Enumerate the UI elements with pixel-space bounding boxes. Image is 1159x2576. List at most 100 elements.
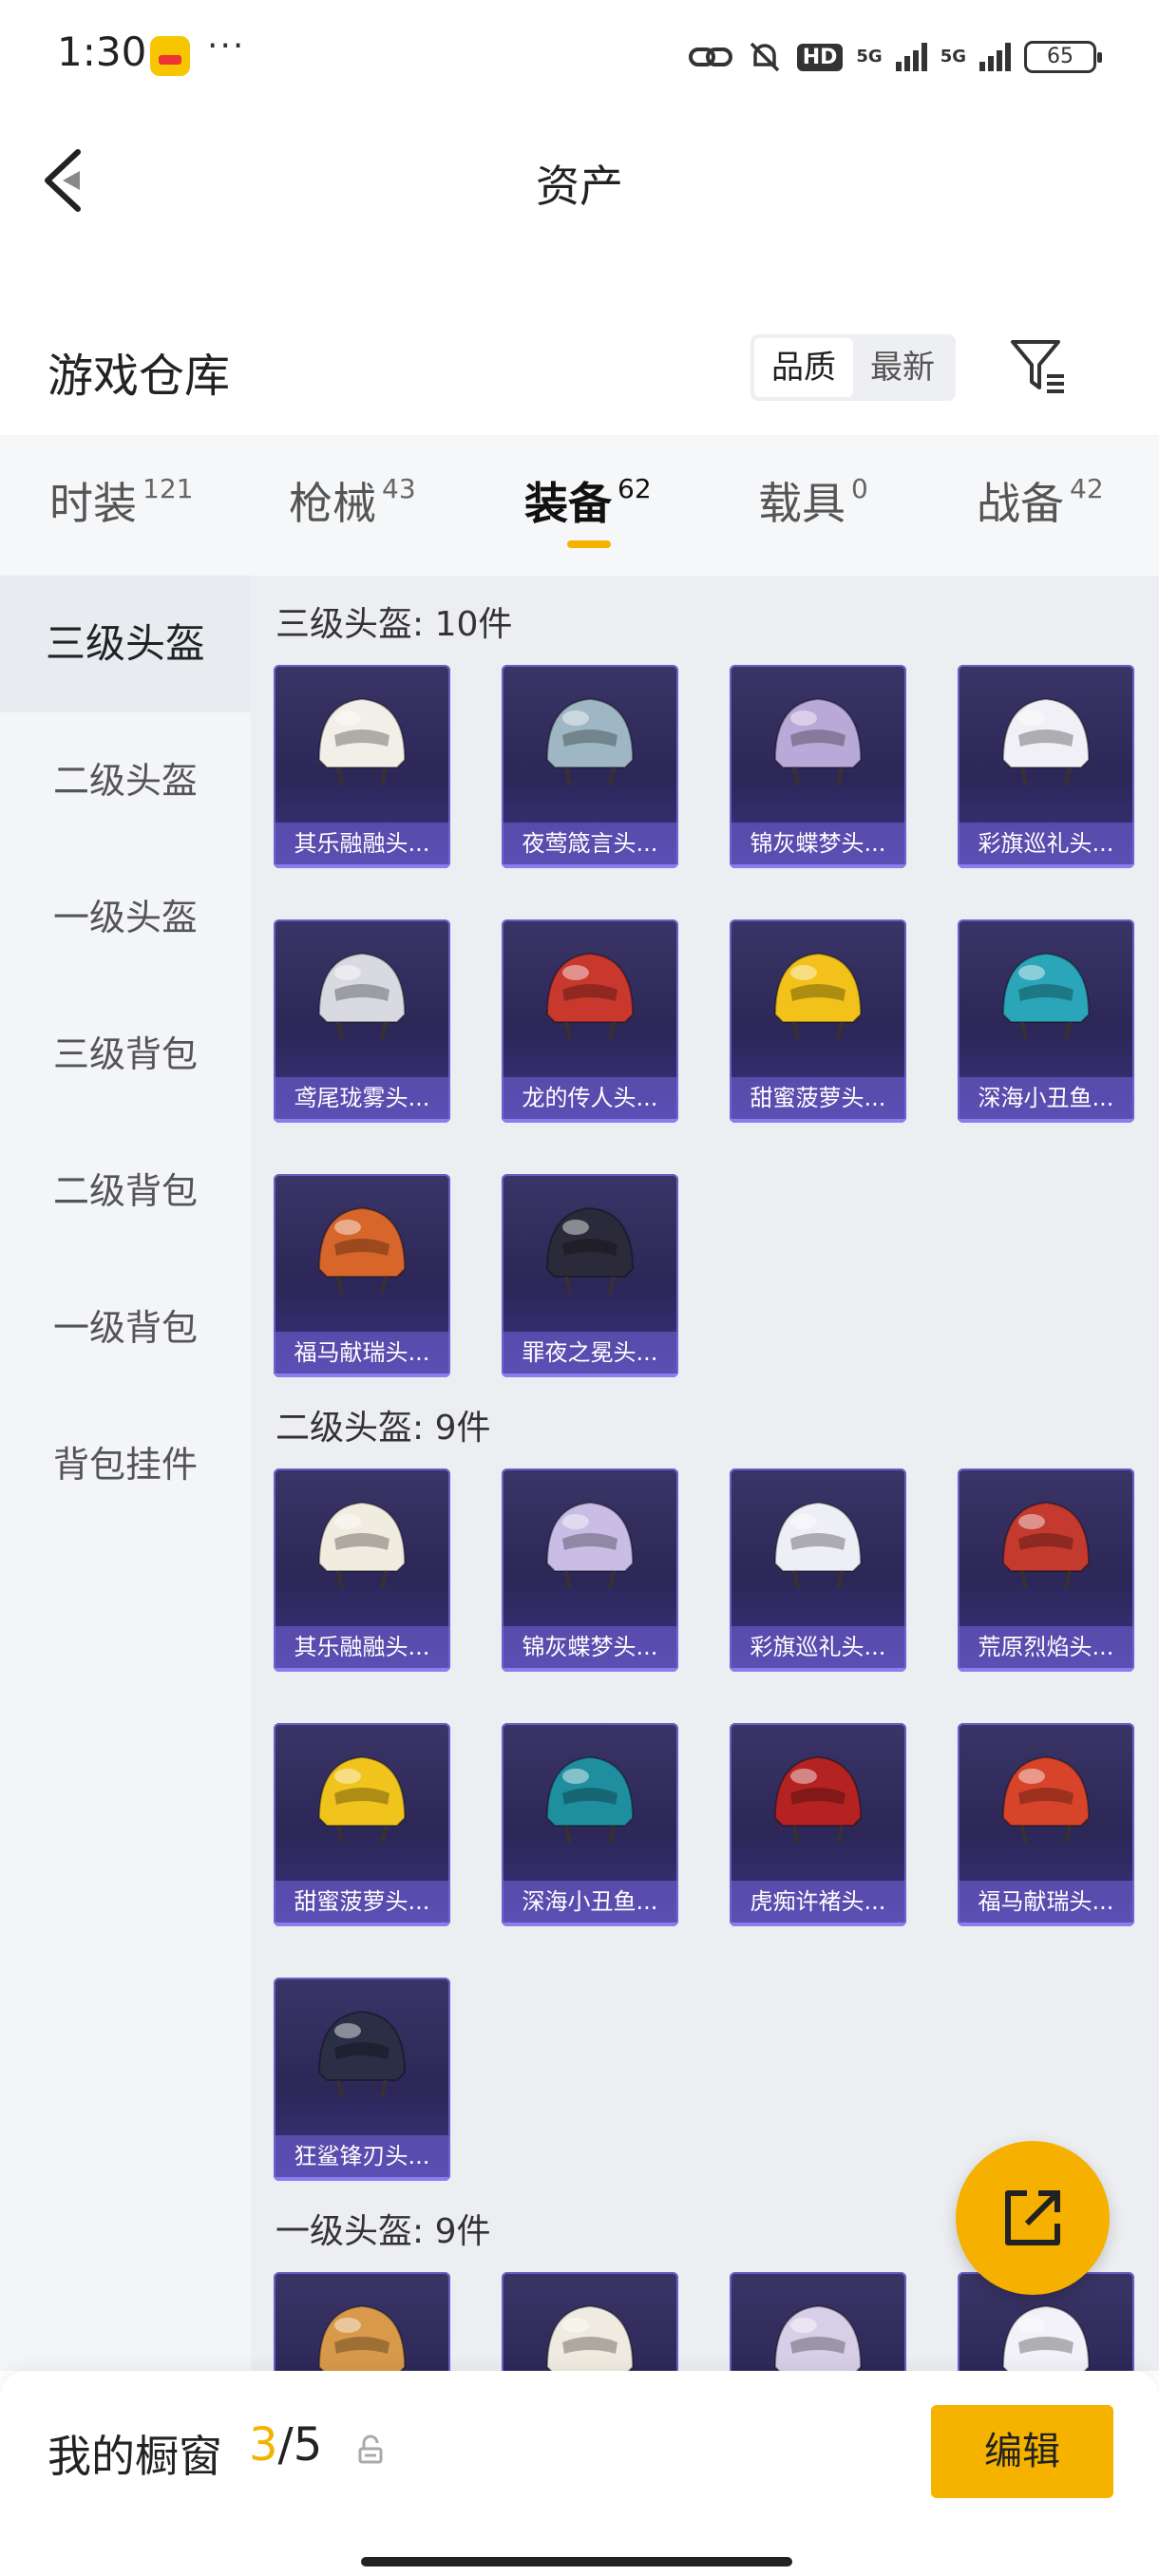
item-card[interactable]: 深海小丑鱼... [958,919,1134,1123]
edit-button[interactable]: 编辑 [931,2405,1113,2498]
item-card[interactable]: 锦灰蝶梦头... [730,665,906,868]
item-card-label: 锦灰蝶梦头... [730,823,906,864]
nav-bar: 资产 [0,123,1159,237]
share-button[interactable] [956,2141,1110,2295]
home-indicator[interactable] [361,2557,792,2567]
tab-vehicles[interactable]: 载具 0 [758,469,868,532]
tab-gear[interactable]: 战备 42 [977,469,1104,532]
item-card[interactable]: 福马献瑞头... [958,1723,1134,1926]
helmet-icon [545,1206,635,1295]
item-card[interactable]: 罪夜之冕头... [502,1174,678,1377]
item-card[interactable] [274,2272,450,2371]
sidebar-item-level2-backpack[interactable]: 二级背包 [0,1123,251,1260]
helmet-icon [773,952,863,1040]
item-card-label: 彩旗巡礼头... [958,823,1134,864]
item-card-label: 其乐融融头... [274,823,450,864]
sidebar-item-level1-helmet[interactable]: 一级头盔 [0,849,251,986]
warehouse-title: 游戏仓库 [48,350,231,403]
share-external-icon [1005,2190,1060,2245]
tab-count: 62 [618,473,652,504]
item-card[interactable]: 彩旗巡礼头... [958,665,1134,868]
helmet-icon [545,1501,635,1589]
helmet-icon [545,697,635,786]
battery-icon: 65 [1024,41,1102,73]
more-notifications-icon: ··· [207,27,246,66]
helmet-icon [317,2010,407,2098]
app-notification-icon [150,36,190,76]
sort-by-newest[interactable]: 最新 [853,338,952,397]
tab-count: 43 [382,473,416,504]
lock-icon [358,2434,383,2464]
item-card[interactable]: 深海小丑鱼... [502,1723,678,1926]
filter-icon [1011,340,1064,393]
item-card[interactable]: 甜蜜菠萝头... [274,1723,450,1926]
item-card[interactable]: 其乐融融头... [274,665,450,868]
item-card[interactable]: 荒原烈焰头... [958,1468,1134,1672]
filter-button[interactable] [1005,332,1072,399]
item-card-label: 深海小丑鱼... [958,1077,1134,1119]
showcase-total: /5 [277,2418,323,2472]
tab-label: 战备 [977,478,1064,529]
helmet-icon [317,1501,407,1589]
item-card[interactable]: 虎痴许褚头... [730,1723,906,1926]
sidebar-item-level2-helmet[interactable]: 二级头盔 [0,712,251,849]
sidebar: 三级头盔 二级头盔 一级头盔 三级背包 二级背包 一级背包 背包挂件 [0,576,251,2371]
item-card[interactable]: 锦灰蝶梦头... [502,1468,678,1672]
tab-guns[interactable]: 枪械 43 [289,469,416,532]
helmet-icon [773,1755,863,1844]
item-card[interactable]: 龙的传人头... [502,919,678,1123]
item-card[interactable] [730,2272,906,2371]
tab-equipment[interactable]: 装备 62 [524,469,652,532]
mute-bell-icon [750,42,779,72]
sort-by-quality[interactable]: 品质 [754,338,853,397]
item-card[interactable]: 狂鲨锋刃头... [274,1978,450,2181]
helmet-icon [1001,1501,1091,1589]
item-card-label: 甜蜜菠萝头... [274,1881,450,1923]
helmet-icon [317,1755,407,1844]
item-card[interactable]: 甜蜜菠萝头... [730,919,906,1123]
item-card[interactable]: 福马献瑞头... [274,1174,450,1377]
link-icon [688,47,732,66]
item-card-label: 彩旗巡礼头... [730,1626,906,1668]
item-card-label: 福马献瑞头... [958,1881,1134,1923]
status-indicators: HD 5G 5G 65 [688,34,1102,80]
tab-label: 枪械 [289,478,376,529]
section-title-level2: 二级头盔: 9件 [276,1409,491,1448]
tab-label: 载具 [758,478,846,529]
category-tabs: 时装 121 枪械 43 装备 62 载具 0 战备 42 [0,435,1159,576]
showcase-label: 我的橱窗 [48,2431,222,2482]
helmet-icon [317,697,407,786]
helmet-icon [317,2304,407,2371]
helmet-icon [317,952,407,1040]
item-card[interactable]: 彩旗巡礼头... [730,1468,906,1672]
tab-fashion[interactable]: 时装 121 [49,469,193,532]
sort-toggle: 品质 最新 [750,334,956,401]
hd-voice-icon: HD [796,43,844,71]
item-card[interactable]: 其乐融融头... [274,1468,450,1672]
tab-label: 时装 [49,478,137,529]
page-title: 资产 [536,161,623,212]
item-card-label: 龙的传人头... [502,1077,678,1119]
item-card[interactable]: 鸢尾珑雾头... [274,919,450,1123]
showcase-count: 3/5 [249,2418,322,2472]
sidebar-item-level1-backpack[interactable]: 一级背包 [0,1260,251,1396]
helmet-icon [317,1206,407,1295]
item-card[interactable]: 夜莺箴言头... [502,665,678,868]
helmet-icon [1001,1755,1091,1844]
helmet-icon [545,1755,635,1844]
item-card-label: 锦灰蝶梦头... [502,1626,678,1668]
showcase-bar: 我的橱窗 3/5 编辑 [0,2371,1159,2576]
helmet-icon [773,697,863,786]
tab-count: 0 [851,473,868,504]
sidebar-item-level3-backpack[interactable]: 三级背包 [0,986,251,1123]
item-card[interactable] [502,2272,678,2371]
item-card-label: 甜蜜菠萝头... [730,1077,906,1119]
sidebar-item-level3-helmet[interactable]: 三级头盔 [0,576,251,712]
helmet-icon [773,1501,863,1589]
item-card-label: 狂鲨锋刃头... [274,2135,450,2177]
tab-count: 42 [1070,473,1104,504]
helmet-icon [545,952,635,1040]
signal-icon [895,43,927,71]
sidebar-item-backpack-charm[interactable]: 背包挂件 [0,1396,251,1533]
item-card-label: 其乐融融头... [274,1626,450,1668]
